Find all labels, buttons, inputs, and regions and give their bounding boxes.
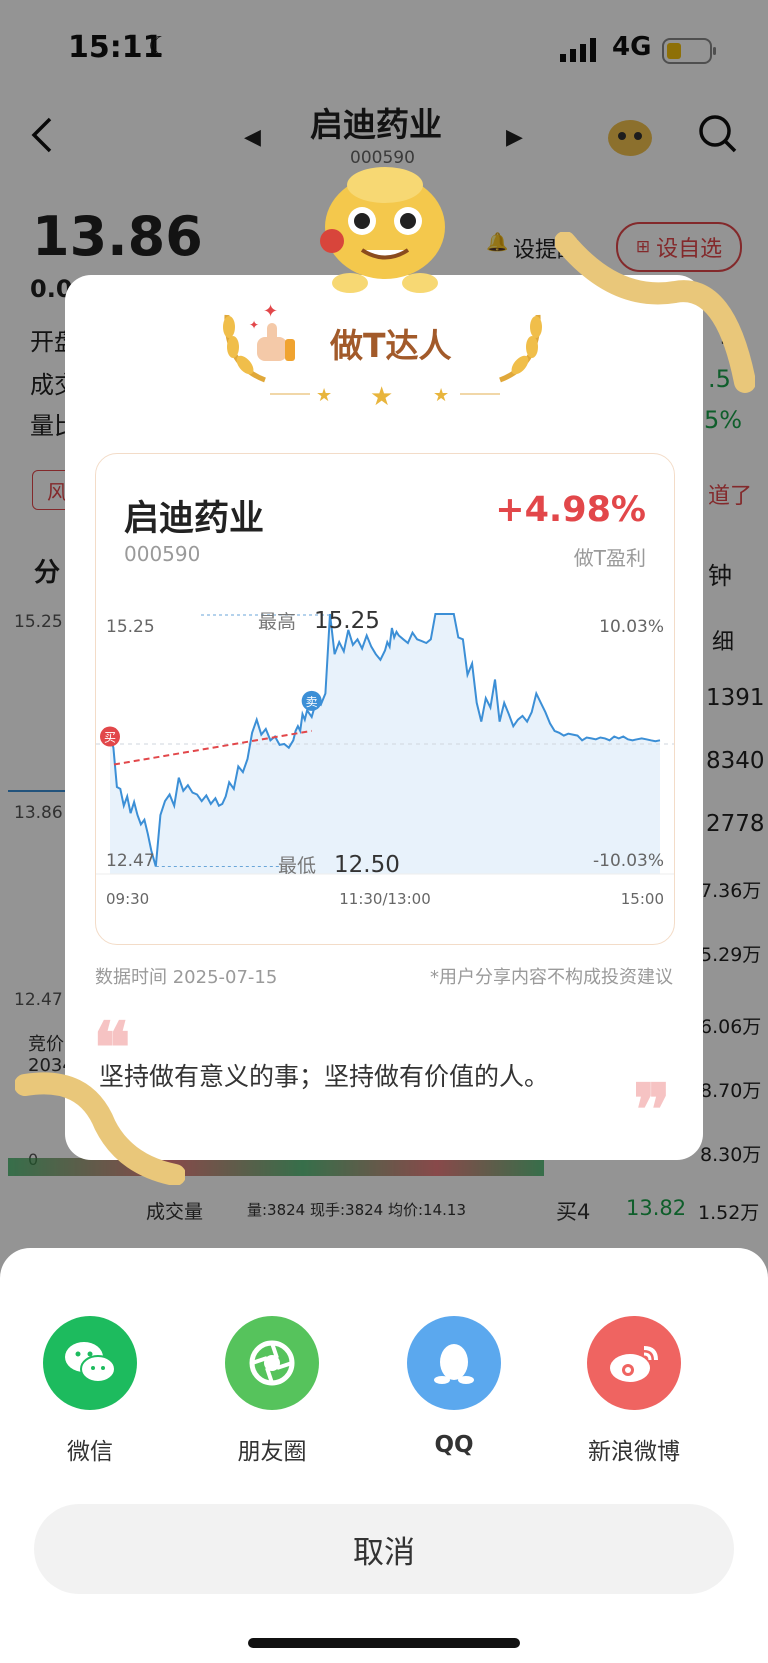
buy-marker-label: 买 <box>104 731 116 745</box>
y-tick-high: 15.25 <box>106 617 155 637</box>
svg-text:✦: ✦ <box>263 303 278 322</box>
svg-text:★: ★ <box>316 385 332 406</box>
qq-icon <box>407 1316 501 1410</box>
dragon-mascot-icon <box>310 155 460 299</box>
profit-percent: +4.98% <box>495 490 646 530</box>
share-sheet: 微信 朋友圈 QQ 新浪微博 取消 <box>0 1248 768 1663</box>
badge-title: 做T达人 <box>330 326 452 365</box>
share-qq-button[interactable]: QQ <box>384 1316 524 1458</box>
share-moments-button[interactable]: 朋友圈 <box>202 1316 342 1466</box>
intraday-chart: 买 卖 15.25 12.47 10.03% -10.03% 最高 15.25 最低 12.50 0… <box>96 608 674 908</box>
x-tick-close: 15:00 <box>621 890 664 908</box>
y-tick-low: 12.47 <box>106 851 155 871</box>
stock-code: 000590 <box>124 542 201 566</box>
stars-icon: ★ ★ ★ <box>270 381 500 412</box>
home-indicator <box>248 1638 520 1648</box>
moments-icon <box>225 1316 319 1410</box>
x-tick-open: 09:30 <box>106 890 149 908</box>
data-date: 数据时间 2025-07-15 <box>95 967 278 988</box>
share-weibo-button[interactable]: 新浪微博 <box>564 1316 704 1466</box>
thumbs-up-icon: ✦ ✦ <box>245 301 301 371</box>
high-label: 最高 <box>258 611 296 633</box>
low-value: 12.50 <box>334 852 400 878</box>
share-qq-label: QQ <box>434 1432 474 1458</box>
weibo-icon <box>587 1316 681 1410</box>
svg-text:★: ★ <box>370 382 393 407</box>
stock-name: 启迪药业 <box>124 499 265 539</box>
low-label: 最低 <box>278 855 316 877</box>
svg-text:★: ★ <box>433 385 449 406</box>
profit-label: 做T盈利 <box>573 546 646 570</box>
cancel-button[interactable]: 取消 <box>34 1504 734 1594</box>
high-value: 15.25 <box>314 608 380 634</box>
share-wechat-label: 微信 <box>67 1439 113 1465</box>
y-tick-right-high: 10.03% <box>599 617 664 637</box>
disclaimer: *用户分享内容不构成投资建议 <box>430 967 673 988</box>
right-laurel-icon <box>490 305 550 389</box>
ribbon-left-decoration <box>14 1065 186 1189</box>
wechat-icon <box>43 1316 137 1410</box>
close-quote-icon: ❞ <box>633 1068 671 1151</box>
share-weibo-label: 新浪微博 <box>588 1439 680 1465</box>
svg-text:✦: ✦ <box>249 318 259 332</box>
y-tick-right-low: -10.03% <box>593 851 664 871</box>
profit-chart-card: 启迪药业 000590 +4.98% 做T盈利 买 卖 15.25 12.47 10.0… <box>95 453 675 945</box>
ribbon-right-decoration <box>554 231 756 406</box>
share-card: ✦ ✦ 做T达人 ★ ★ ★ 启迪药业 000590 +4.98% 做T盈利 买卖 15… <box>65 275 703 1160</box>
share-wechat-button[interactable]: 微信 <box>20 1316 160 1466</box>
x-tick-midday: 11:30/13:00 <box>339 890 431 908</box>
share-moments-label: 朋友圈 <box>237 1439 307 1465</box>
sell-marker-label: 卖 <box>306 695 318 709</box>
